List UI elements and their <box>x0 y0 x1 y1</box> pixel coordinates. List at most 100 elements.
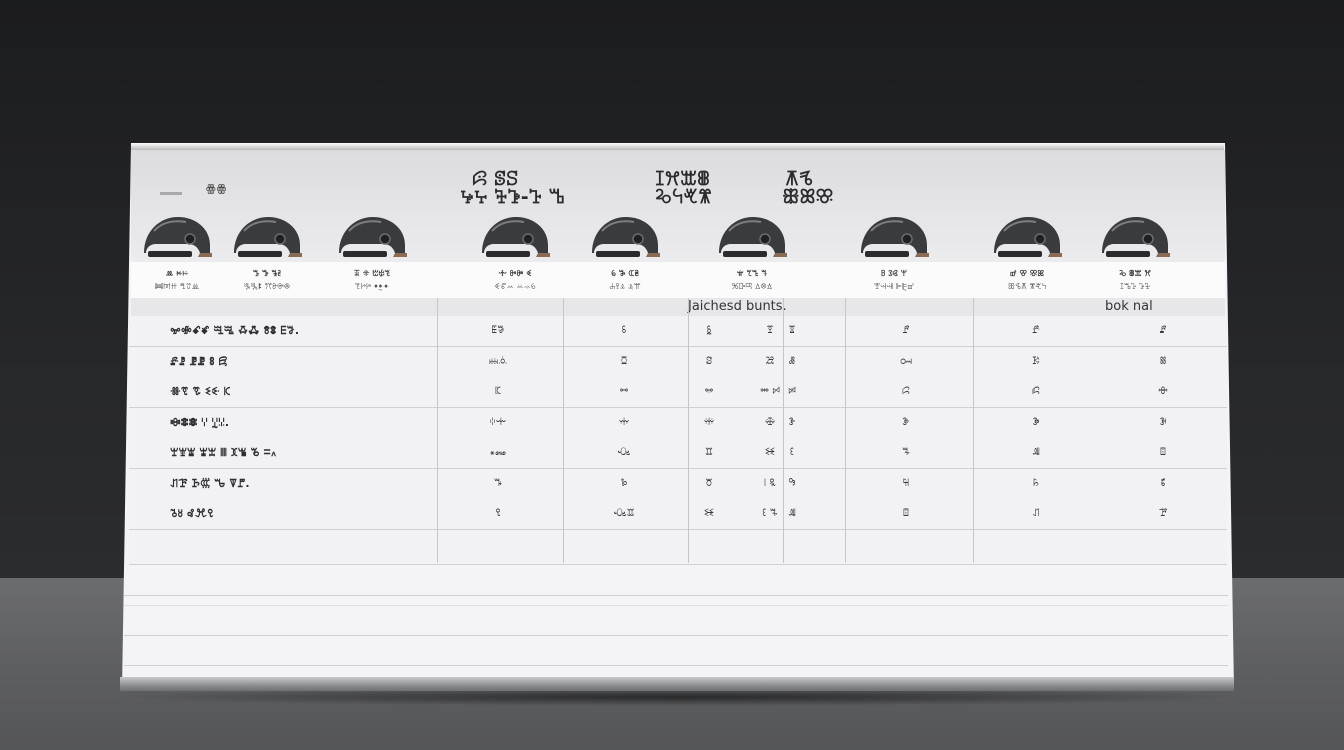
table-cell: ꗔ <box>1031 325 1041 336</box>
table-cell: ꗏ <box>621 325 627 336</box>
helmet-label-line-2: ꔴꔵꔶ ꔷꔸꔹ <box>354 282 390 291</box>
table-cell: ꗣ <box>1032 355 1040 367</box>
table-cell: ꗞ <box>620 355 628 367</box>
helmet-icon <box>335 213 409 259</box>
helmet-label-line-2: ꕛꕜꕝ ꕞꕟꕠ <box>873 282 915 291</box>
table-row <box>129 346 1227 378</box>
helmet-label: ꕗ ꕘꕙ ꕚ ꕛꕜꕝ ꕞꕟꕠ <box>834 267 954 293</box>
table-row-empty <box>129 529 1227 565</box>
table-cell: ꗱ <box>901 386 911 397</box>
helmet-label: ꕍ ꕎꕏ ꕐ ꕑꕒꕓ ꕔꕕꕖ <box>692 267 812 293</box>
row-label: ꗁꗂꗃꗄ ꗅꗆ ꗇꗈ ꗉꗊ ꗋꗌ. <box>170 324 300 337</box>
helmet-label-line-1: ꔤ ꔥ ꔦꔧ <box>252 269 282 278</box>
table-cell: ꘟ <box>620 477 628 489</box>
panel-top-edge <box>131 143 1224 150</box>
table-cell: ꗽ <box>703 416 715 428</box>
table-cell: ꗭ <box>704 386 714 397</box>
table-row <box>129 468 1227 500</box>
table-cell: ꘤ <box>902 477 910 489</box>
helmet-label: ꔤ ꔥ ꔦꔧ ꔨꔩꔪ ꔫꔬꔭꔮ <box>207 267 327 293</box>
helmet-label-line-1: ꕫ ꕬꕭ ꕮ <box>1119 269 1151 278</box>
table-cell: ꘎꘏ <box>489 447 507 458</box>
table-cell: ꗒ <box>788 325 796 336</box>
table-cell: ꗳ <box>1158 386 1168 397</box>
helmet-label-line-1: ꕍ ꕎꕏ ꕐ <box>736 269 768 278</box>
table-cell: ꗺꗻ <box>489 416 507 428</box>
table-cell: ꘕ <box>1032 447 1040 458</box>
helmet-label: ꕫ ꕬꕭ ꕮ ꕯꕰꕱ ꕲꕳ <box>1075 267 1195 293</box>
table-cell: ꘡ ꘢ <box>764 477 776 489</box>
table-cell: ꗼ <box>618 416 630 428</box>
helmet-label-line-2: ꕑꕒꕓ ꕔꕕꕖ <box>731 282 773 291</box>
helmet-icon <box>990 213 1064 259</box>
column-divider <box>688 298 689 563</box>
table-cell: ꗐ <box>705 325 713 336</box>
row-label: ꗖꗗ ꗘꗙ ꗚ ꗛ <box>170 354 228 368</box>
table-cell: ꘘ <box>1158 508 1168 519</box>
table-row <box>129 499 1227 530</box>
panel-divider <box>124 605 1228 606</box>
column-divider <box>845 298 846 563</box>
table-cell: ꘫ <box>495 508 501 519</box>
table-cell: ꘓ <box>789 447 795 458</box>
title-left-line-2: ꕵꕴ ꕳꕲ-ꕱ ꕰ <box>460 186 565 208</box>
helmet-label-line-1: ꕡ ꕢ ꕣꕤ <box>1010 269 1044 278</box>
helmet-label-line-2: ꔞꔟꔠ ꔡꔢꔣ <box>154 282 200 291</box>
table-cell: ꘒ <box>703 508 715 519</box>
table-cell: ꘀ <box>902 416 910 428</box>
row-label: ꗥꗦ ꗧ ꗨꗩ ꗪ <box>170 385 231 398</box>
helmet-label: ꔺ ꔻꔼ ꔽ ꔾꔿꕀ ꕁꕂꕃ <box>455 267 575 293</box>
table-cell: ꗕ <box>1159 325 1167 336</box>
row-label: ꘧꘨ ꘩ꘪꘫ <box>170 507 214 520</box>
helmet-label-line-1: ꕄ ꕅ ꕆꕇ <box>611 269 639 278</box>
helmet-icon <box>588 213 662 259</box>
helmet-icon <box>857 213 931 259</box>
table-cell: ꗑ <box>766 325 774 336</box>
table-cell: ꘞ <box>493 477 503 489</box>
row-label: ꗴꗵꗶ ꗷ ꗸꗹ. <box>170 415 230 429</box>
table-cell: ꘖ <box>1159 447 1167 458</box>
table-cell: ꗢ <box>899 355 913 367</box>
helmet-icon <box>140 213 214 259</box>
table-cell: ꗮ ꗯ <box>759 386 781 397</box>
table-cell: ꗾ <box>764 416 776 428</box>
table-cell: ꘐ <box>617 447 631 458</box>
column-divider <box>783 298 784 563</box>
row-label: ꘃꘄꘅ ꘆꘇ ꘈ ꘉꘊ ꘋ ꘌ꘍ <box>170 446 277 459</box>
table-cell: ꗠ <box>765 355 775 367</box>
column-divider <box>437 298 438 563</box>
panel-divider <box>124 635 1228 636</box>
table-cell: ꘦ <box>1160 477 1166 489</box>
table-cell: ꗿ <box>788 416 796 428</box>
helmet-label-line-2: ꕯꕰꕱ ꕲꕳ <box>1119 282 1151 291</box>
table-cell: ꘥ <box>1033 477 1039 489</box>
table-row <box>129 377 1227 408</box>
table-cell: ꘕ <box>788 508 796 519</box>
helmet-label-line-2: ꔨꔩꔪ ꔫꔬꔭꔮ <box>243 282 291 291</box>
helmet-icon <box>715 213 789 259</box>
helmet-icon <box>230 213 304 259</box>
table-cell: ꗟ <box>705 355 713 367</box>
table-cell: ꘑ <box>705 447 713 458</box>
panel-bottom-edge <box>120 677 1234 691</box>
table-cell: ꗓ <box>902 325 910 336</box>
panel-divider <box>124 595 1228 596</box>
table-subheader <box>131 298 1225 316</box>
helmet-label-line-1: ꕗ ꕘꕙ ꕚ <box>881 269 907 278</box>
table-cell: ꘐꘑ <box>613 508 635 519</box>
logo-mark <box>160 192 182 195</box>
column-divider <box>973 298 974 563</box>
row-label: ꘗꘘ ꘙꘚ ꘛ ꘜꘝ. <box>170 476 250 490</box>
table-cell: ꗫ <box>494 386 502 397</box>
helmet-label-line-2: ꔾꔿꕀ ꕁꕂꕃ <box>494 282 536 291</box>
table-cell: ꘔ <box>901 447 911 458</box>
table-row <box>129 407 1227 439</box>
table-cell: ꘁ <box>1032 416 1040 428</box>
helmet-label-line-1: ꔺ ꔻꔼ ꔽ <box>498 269 532 278</box>
table-cell: ꗲ <box>1031 386 1041 397</box>
table-cell: ꘖ <box>902 508 910 519</box>
helmet-label: ꕡ ꕢ ꕣꕤ ꕥꕦꕧ ꕨꕩꕪ <box>967 267 1087 293</box>
table-cell: ꘓ ꘔ <box>762 508 778 519</box>
table-cell: ꘗ <box>1032 508 1040 519</box>
helmet-label: ꕄ ꕅ ꕆꕇ ꕈꕉꕊ ꕋꕌ <box>565 267 685 293</box>
